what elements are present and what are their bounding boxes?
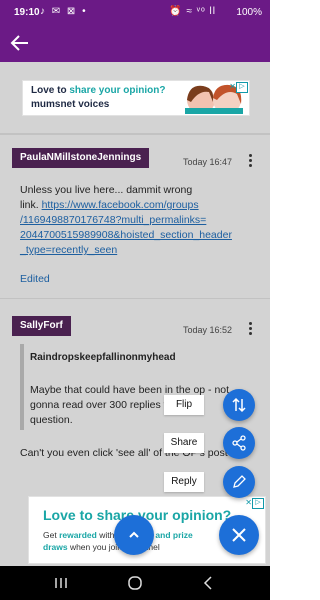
share-icon — [232, 435, 246, 451]
post-link-cont[interactable]: _type=recently_seen — [20, 243, 260, 258]
post-author-badge[interactable]: PaulaNMillstoneJennings — [12, 148, 150, 168]
recents-icon[interactable] — [52, 574, 70, 592]
status-bar: 19:10 ♪ ✉ ⊠ • ⏰ ≈ ᵛᵒ ll 100% — [0, 0, 270, 24]
ad-choices-icon[interactable]: ▷ — [252, 498, 264, 509]
ad-brand: mumsnet voices — [31, 99, 110, 110]
battery-level: 100% — [236, 7, 262, 18]
post-body: Unless you live here... dammit wrong lin… — [20, 183, 260, 258]
ad-headline: Love to share your opinion? — [31, 85, 166, 96]
ad-close-icon[interactable]: ✕ — [229, 82, 236, 91]
home-icon[interactable] — [126, 574, 144, 592]
share-label[interactable]: Share — [164, 433, 204, 453]
system-nav-bar — [0, 566, 270, 600]
chevron-up-icon — [129, 531, 139, 538]
post-author-badge[interactable]: SallyForf — [12, 316, 71, 336]
top-ad-banner[interactable]: Love to share your opinion? mumsnet voic… — [22, 80, 250, 116]
sort-arrows-icon — [232, 397, 246, 413]
reply-label[interactable]: Reply — [164, 472, 204, 492]
back-icon[interactable] — [200, 574, 218, 592]
post-link-cont[interactable]: 2044700515989908&hoisted_section_header — [20, 228, 260, 243]
post-link[interactable]: https://www.facebook.com/groups — [42, 199, 199, 211]
post-link-cont[interactable]: /1169498870176748?multi_permalinks= — [20, 213, 260, 228]
quote-author: Raindropskeepfallinonmyhead — [30, 352, 176, 363]
edited-label[interactable]: Edited — [20, 273, 50, 285]
signal-icons: ⏰ ≈ ᵛᵒ ll — [169, 6, 216, 17]
divider — [0, 298, 270, 299]
divider — [0, 133, 270, 135]
quote-bar — [20, 344, 24, 430]
post-timestamp: Today 16:47 — [183, 157, 233, 167]
pencil-icon — [233, 475, 246, 488]
flip-button[interactable] — [223, 389, 255, 421]
scroll-top-button[interactable] — [114, 515, 154, 555]
close-icon — [232, 528, 246, 542]
ad-choices-icon[interactable]: ▷ — [236, 82, 248, 93]
ad-close-icon[interactable]: ✕ — [245, 498, 252, 507]
app-bar — [0, 24, 270, 62]
status-time: 19:10 — [14, 7, 40, 18]
notification-icons: ♪ ✉ ⊠ • — [40, 6, 88, 17]
back-arrow-icon[interactable] — [8, 31, 32, 55]
reply-button[interactable] — [223, 466, 255, 498]
flip-label[interactable]: Flip — [164, 395, 204, 415]
close-fab-button[interactable] — [219, 515, 259, 555]
post-timestamp: Today 16:52 — [183, 325, 233, 335]
share-button[interactable] — [223, 427, 255, 459]
more-options-icon[interactable] — [248, 154, 254, 168]
more-options-icon[interactable] — [248, 322, 254, 336]
